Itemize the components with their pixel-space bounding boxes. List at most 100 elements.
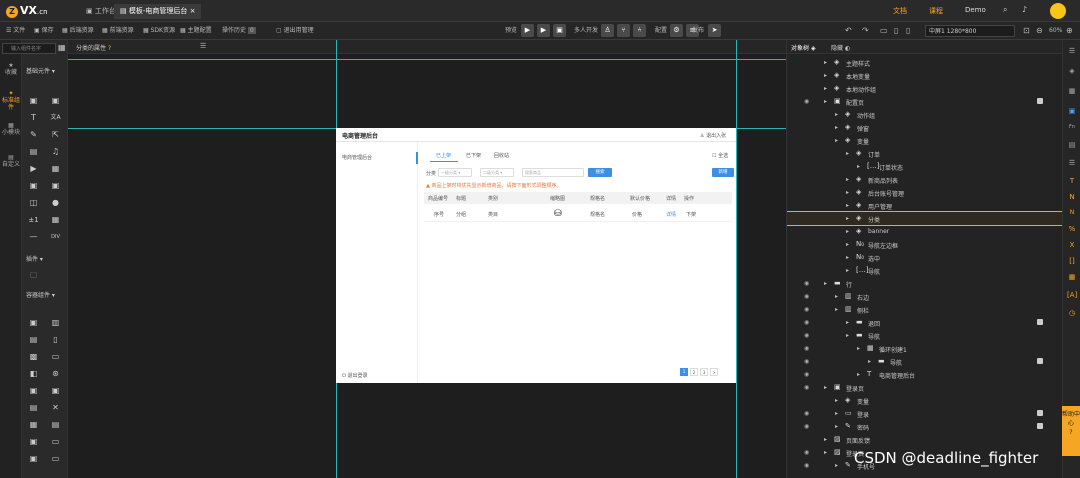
tree-node[interactable]: ◉ ▸ ✎ 密码 <box>787 420 1063 433</box>
share-cmp-icon[interactable]: ⇱ <box>50 130 61 140</box>
expand-arrow-icon[interactable]: ▸ <box>846 150 849 157</box>
nav-course[interactable]: 课程 <box>929 6 943 16</box>
tree-node[interactable]: ▸ ◈ 变量 <box>787 134 1063 147</box>
expand-arrow-icon[interactable]: ▸ <box>824 384 827 391</box>
tree-node[interactable]: ◉ ▸ ▥ 右边 <box>787 290 1063 303</box>
cell-action[interactable]: 下架 <box>686 211 696 218</box>
tree-node[interactable]: ▸ ◈ 主题样式 <box>787 56 1063 69</box>
lock-icon[interactable] <box>1037 423 1043 429</box>
expand-arrow-icon[interactable]: ▸ <box>835 306 838 313</box>
video-cmp-icon[interactable]: ▶ <box>28 164 39 174</box>
tree-node[interactable]: ▸ ▨ 页面反馈 <box>787 433 1063 446</box>
theme-config-button[interactable]: ▦ 主题配置 <box>180 25 212 37</box>
scroll-cmp-icon[interactable]: ◧ <box>28 369 39 379</box>
tree-node[interactable]: ◉ ▸ ▣ 登录页 <box>787 381 1063 394</box>
tree-node[interactable]: ▸ N₀ 导航左边框 <box>787 238 1063 251</box>
close-cmp-icon[interactable]: ✕ <box>50 403 61 413</box>
expand-arrow-icon[interactable]: ▸ <box>835 111 838 118</box>
gear-icon[interactable]: ⚙ <box>670 24 683 37</box>
fit-icon[interactable]: ⊡ <box>1023 25 1030 37</box>
number-cmp-icon[interactable]: ±1 <box>28 215 39 225</box>
file-menu[interactable]: ☰ 文件 <box>6 25 25 37</box>
dialog-cmp-icon[interactable]: ▣ <box>28 318 39 328</box>
tab-hidden[interactable]: 隐藏 ◐ <box>831 43 850 52</box>
expand-arrow-icon[interactable]: ▸ <box>857 345 860 352</box>
array-var-icon[interactable]: [] <box>1067 256 1077 266</box>
book-icon[interactable]: ▤ <box>1067 140 1077 150</box>
page-2[interactable]: 2 <box>690 368 698 376</box>
menu-icon[interactable]: ☰ <box>1067 46 1077 56</box>
loop-cmp-icon[interactable]: ▩ <box>28 352 39 362</box>
sdk-resources-button[interactable]: ▦ SDK资源 <box>143 25 175 37</box>
tree-node[interactable]: ▸ ◈ banner <box>787 225 1063 238</box>
edit-cmp-icon[interactable]: ✎ <box>28 130 39 140</box>
expand-arrow-icon[interactable]: ▸ <box>824 72 827 79</box>
text-var-icon[interactable]: T <box>1067 176 1077 186</box>
layers-icon[interactable]: ◈ <box>1067 66 1077 76</box>
fn-icon[interactable]: Fn <box>1067 122 1077 132</box>
div-cmp-icon[interactable]: DIV <box>50 232 61 242</box>
eye-icon[interactable]: ◉ <box>804 293 809 300</box>
tree-node[interactable]: ◉ ▸ ▬ 导航 <box>787 329 1063 342</box>
expand-arrow-icon[interactable]: ▸ <box>857 371 860 378</box>
branch-icon[interactable]: ⑂ <box>617 24 630 37</box>
menu-icon[interactable]: ☰ <box>200 42 206 50</box>
history-button[interactable]: 操作历史 0 <box>222 25 256 37</box>
eye-icon[interactable]: ◉ <box>804 280 809 287</box>
calendar-cmp-icon[interactable]: ▦ <box>28 420 39 430</box>
anchor-cmp-icon[interactable]: ⊛ <box>50 369 61 379</box>
expand-arrow-icon[interactable]: ▸ <box>846 176 849 183</box>
section-plugins[interactable]: 插件 ▾ <box>26 254 43 263</box>
help-center-button[interactable]: 帮助中心? <box>1062 406 1080 456</box>
page-user[interactable]: ♙ 退出入张 <box>700 132 726 139</box>
expand-arrow-icon[interactable]: ▸ <box>846 267 849 274</box>
send-icon[interactable]: ➤ <box>708 24 721 37</box>
page-preview[interactable]: 电商管理后台 ♙ 退出入张 电商管理后台 ⏻ 退出登录 已上架 已下架 回收站 … <box>336 128 736 383</box>
cell-detail-link[interactable]: 详情 <box>666 211 676 218</box>
eye-icon[interactable]: ◉ <box>804 384 809 391</box>
eye-icon[interactable]: ◉ <box>804 306 809 313</box>
filter-category-2[interactable]: 二级分类 ▾ <box>480 168 514 177</box>
image2-cmp-icon[interactable]: ▣ <box>50 96 61 106</box>
tree-node[interactable]: ▸ ◈ 分类 <box>787 211 1063 226</box>
translate-cmp-icon[interactable]: 文A <box>50 113 61 123</box>
component-search-input[interactable]: 输入组件名字 <box>2 43 56 54</box>
device-size-select[interactable]: 中屏1 1280*800 <box>925 25 1015 37</box>
user-icon[interactable]: ♙ <box>601 24 614 37</box>
nav-docs[interactable]: 文档 <box>893 6 907 16</box>
expand-arrow-icon[interactable]: ▸ <box>846 228 849 235</box>
tree-node[interactable]: ▸ N₀ 选中 <box>787 251 1063 264</box>
collapse-cmp-icon[interactable]: ▣ <box>50 386 61 396</box>
form-cmp-icon[interactable]: ▣ <box>28 437 39 447</box>
export-icon[interactable]: ▣ <box>553 24 566 37</box>
rail-standard[interactable]: ✦ 标准组件 <box>2 90 20 111</box>
tree-node[interactable]: ◉ ▸ ▥ 侧栏 <box>787 303 1063 316</box>
eye-icon[interactable]: ◉ <box>804 371 809 378</box>
redo-icon[interactable]: ↷ <box>862 25 869 37</box>
rail-custom[interactable]: ▤ 自定义 <box>2 154 20 168</box>
tree-node[interactable]: ▸ ◈ 本地变量 <box>787 69 1063 82</box>
undo-icon[interactable]: ↶ <box>845 25 852 37</box>
tabs-cmp-icon[interactable]: ▣ <box>28 386 39 396</box>
map-cmp-icon[interactable]: ◫ <box>28 198 39 208</box>
page-logout[interactable]: ⏻ 退出登录 <box>342 372 368 379</box>
expand-arrow-icon[interactable]: ▸ <box>824 280 827 287</box>
db-icon[interactable]: ▦ <box>1067 86 1077 96</box>
server-icon[interactable]: ☰ <box>1067 158 1077 168</box>
row-cmp-icon[interactable]: ▤ <box>28 335 39 345</box>
eye-icon[interactable]: ◉ <box>804 319 809 326</box>
eye-icon[interactable]: ◉ <box>804 358 809 365</box>
save-button[interactable]: ▣ 保存 <box>34 25 54 37</box>
vbox-cmp-icon[interactable]: ▯ <box>50 335 61 345</box>
filter-category-1[interactable]: 一级分类 ▾ <box>438 168 472 177</box>
table-row[interactable]: 序号 分组 类目 ⛁ 规格名 价格 详情 下架 <box>424 206 732 222</box>
struct-var-icon[interactable]: [A] <box>1067 290 1077 300</box>
expand-arrow-icon[interactable]: ▸ <box>846 254 849 261</box>
page-1[interactable]: 1 <box>680 368 688 376</box>
nav-demo[interactable]: Demo <box>965 6 986 14</box>
tablet-icon[interactable]: ▯ <box>894 25 898 37</box>
image-cmp-icon[interactable]: ▣ <box>28 96 39 106</box>
grid-cmp-icon[interactable]: ▦ <box>50 164 61 174</box>
chat-cmp-icon[interactable]: ● <box>50 198 61 208</box>
tree-node[interactable]: ◉ ▸ ▬ 退回 <box>787 316 1063 329</box>
